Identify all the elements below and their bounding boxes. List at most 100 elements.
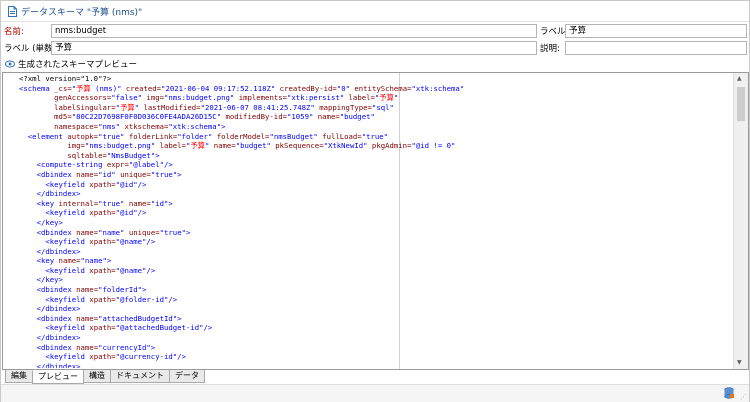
code-token: pkgAdmin=: [371, 141, 412, 151]
code-line: <compute-string expr="@label"/>: [19, 160, 734, 170]
code-line: <dbindex name="name" unique="true">: [19, 228, 734, 238]
code-line: sqltable="NmsBudget">: [19, 151, 734, 161]
code-token: <keyfield: [19, 237, 90, 247]
code-token: <key: [19, 198, 59, 208]
code-token: name=: [128, 198, 151, 208]
code-token: <dbindex: [19, 169, 77, 179]
name-row: 名前: nms:budget ラベル: 予算: [1, 23, 749, 41]
editor-tabs: 編集 プレビュー 構造 ドキュメント データ: [5, 370, 205, 384]
code-line: namespace="nms" xtkschema="xtk:schema">: [19, 122, 734, 132]
code-token: <element: [19, 131, 68, 141]
code-token: "2021-06-07 08:41:25.748Z": [200, 102, 320, 112]
code-token: <?xml version="1.0"?>: [19, 74, 112, 83]
code-token: created=: [125, 83, 162, 93]
code-line: <keyfield xpath="@name"/>: [19, 237, 734, 247]
code-token: 予算: [379, 93, 394, 103]
xml-code[interactable]: <?xml version="1.0"?> <schema _cs="予算 (nm…: [19, 74, 734, 368]
code-token: name=: [76, 313, 99, 323]
code-token: </key>: [19, 217, 63, 227]
code-token: namespace=: [19, 121, 99, 131]
code-token: entitySchema=: [354, 83, 412, 93]
code-token: xpath=: [89, 294, 116, 304]
code-token: createdBy-id=: [279, 83, 337, 93]
code-token: "nms": [98, 121, 125, 131]
code-token: <dbindex: [19, 313, 77, 323]
code-line: <keyfield xpath="@name"/>: [19, 266, 734, 276]
code-token: name=: [317, 112, 340, 122]
code-token: xpath=: [89, 179, 116, 189]
code-token: "@attachedBudget-id": [115, 323, 204, 333]
document-icon: [8, 5, 17, 17]
code-token: "NmsBudget">: [106, 150, 160, 160]
code-token: "@id != 0": [411, 141, 456, 151]
code-line: </dbindex>: [19, 362, 734, 368]
code-token: />: [146, 265, 156, 275]
code-token: </dbindex>: [19, 304, 81, 314]
code-token: <keyfield: [19, 179, 90, 189]
code-token: "true": [361, 131, 389, 141]
code-token: name=: [76, 285, 99, 295]
code-token: labelSingular=: [19, 102, 116, 112]
code-line: </dbindex>: [19, 189, 734, 199]
code-line: <element autopk="true" folderLink="folde…: [19, 132, 734, 142]
code-token: "true">: [150, 169, 182, 179]
code-token: "nms:budget.png": [84, 141, 160, 151]
code-token: "@name": [115, 265, 147, 275]
code-token: internal=: [58, 198, 99, 208]
code-line: labelSingular="予算" lastModified="2021-06…: [19, 103, 734, 113]
tab-0[interactable]: 編集: [5, 370, 33, 383]
scrollbar-thumb[interactable]: [737, 87, 745, 121]
tab-2[interactable]: 構造: [83, 370, 111, 383]
tab-4[interactable]: データ: [169, 370, 205, 383]
code-token: "@folder-id": [115, 294, 169, 304]
name-field[interactable]: nms:budget: [51, 24, 537, 38]
code-token: xpath=: [89, 352, 116, 362]
code-line: </key>: [19, 275, 734, 285]
code-line: </dbindex>: [19, 247, 734, 257]
resize-grip-icon[interactable]: ⋰: [740, 393, 747, 401]
code-token: implements=: [238, 93, 288, 103]
code-token: "@id": [115, 179, 138, 189]
code-token: "true": [98, 198, 129, 208]
code-token: />: [137, 179, 147, 189]
code-token: xpath=: [89, 323, 116, 333]
code-token: "currencyId">: [98, 342, 156, 352]
database-icon[interactable]: [723, 387, 735, 399]
code-token: folderLink=: [128, 131, 178, 141]
code-token: />: [177, 352, 186, 362]
code-token: xpath=: [89, 208, 116, 218]
xml-preview-editor[interactable]: <?xml version="1.0"?> <schema _cs="予算 (nm…: [2, 72, 749, 370]
code-line: </dbindex>: [19, 333, 734, 343]
code-token: "true">: [159, 227, 191, 237]
code-token: name=: [213, 141, 236, 151]
code-token: "@id": [115, 208, 138, 218]
vertical-scrollbar[interactable]: ▲ ▼: [733, 73, 748, 369]
schema-editor-window: データスキーマ "予算 (nms)" 名前: nms:budget ラベル: 予…: [0, 0, 750, 402]
label-field[interactable]: 予算: [565, 24, 747, 38]
description-field[interactable]: [565, 41, 747, 55]
code-token: </dbindex>: [19, 246, 81, 256]
code-token: "id">: [150, 198, 173, 208]
code-token: "2021-06-04 09:17:52.118Z": [161, 83, 280, 93]
scroll-up-icon[interactable]: ▲: [737, 75, 742, 83]
code-token: <keyfield: [19, 352, 90, 362]
code-token: "name">: [80, 256, 112, 266]
singular-label-field[interactable]: 予算: [51, 41, 537, 55]
tab-3[interactable]: ドキュメント: [110, 370, 170, 383]
code-token: (nms)": [90, 83, 126, 93]
code-token: "nmsBudget": [269, 131, 323, 141]
code-token: label=: [159, 141, 186, 151]
code-token: expr=: [106, 160, 129, 170]
code-token: </dbindex>: [19, 189, 81, 199]
code-token: pkSequence=: [275, 141, 324, 151]
code-line: <dbindex name="currencyId">: [19, 343, 734, 353]
scroll-down-icon[interactable]: ▼: [737, 359, 742, 367]
code-token: "folder": [177, 131, 217, 141]
code-token: sqltable=: [19, 150, 107, 160]
code-token: "XtkNewId": [323, 141, 372, 151]
tab-1[interactable]: プレビュー: [32, 370, 84, 384]
preview-section-label: 生成されたスキーマプレビュー: [18, 60, 138, 70]
code-token: "@currency-id": [115, 352, 178, 362]
code-line: md5="80C22D7698F0F0D036C0FE4ADA26D15C" m…: [19, 112, 734, 122]
code-token: "attachedBudgetId">: [98, 313, 182, 323]
